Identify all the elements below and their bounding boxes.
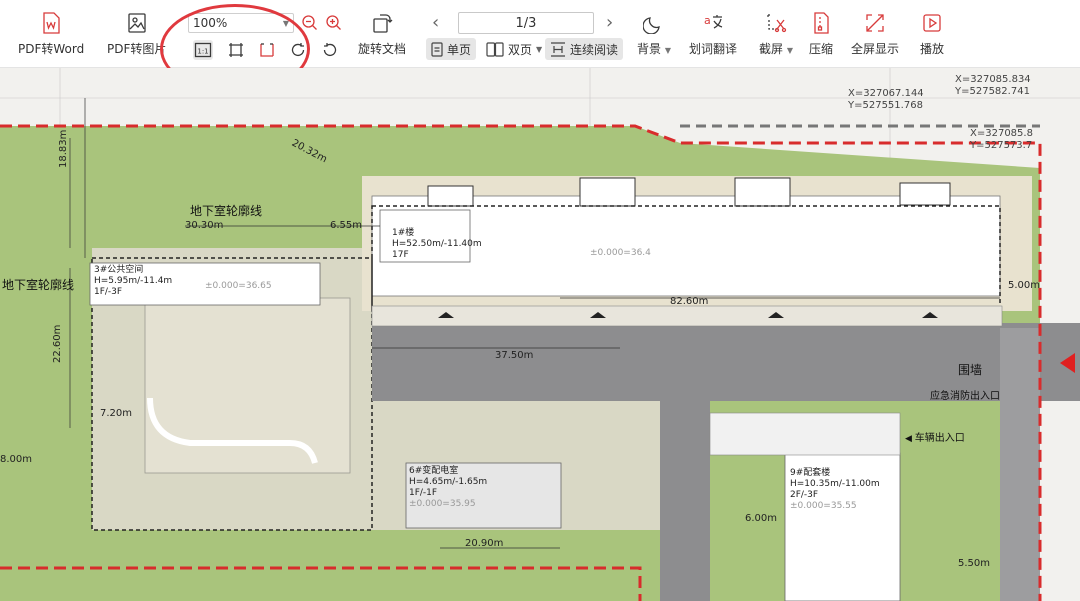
screenshot-label: 截屏 ▼ (759, 42, 793, 56)
image-file-icon (124, 10, 150, 36)
background-label: 背景 ▼ (637, 42, 671, 56)
play-label: 播放 (919, 42, 944, 56)
fit-page-icon[interactable] (226, 40, 246, 60)
fullscreen-icon (862, 10, 888, 36)
building-1-elevation: ±0.000=36.4 (590, 248, 651, 258)
translate-icon: a (700, 10, 726, 36)
coordinate-pair-2: X=327067.144 Y=527551.768 (848, 88, 924, 111)
site-plan-drawing (0, 68, 1080, 601)
fit-width-icon[interactable] (257, 40, 277, 60)
fullscreen-label: 全屏显示 (851, 42, 900, 56)
dim-30-30: 30.30m (185, 220, 224, 231)
background-button[interactable]: 背景 ▼ (637, 10, 671, 57)
double-page-button[interactable]: 双页 ▼ (481, 38, 547, 60)
rotate-clockwise-icon[interactable] (288, 40, 308, 60)
rotate-counterclockwise-icon[interactable] (320, 40, 340, 60)
double-page-label: 双页 (508, 42, 533, 57)
document-canvas[interactable]: 地下室轮廓线 地下室轮廓线 30.30m 6.55m 18.83m 22.60m… (0, 68, 1080, 601)
zoom-value: 100% (193, 16, 228, 30)
scissors-icon (763, 10, 789, 36)
rotate-document-label: 旋转文档 (358, 42, 407, 56)
play-icon (919, 10, 945, 36)
dim-37-50: 37.50m (495, 350, 534, 361)
dim-20-90: 20.90m (465, 538, 504, 549)
building-3-elevation: ±0.000=36.65 (205, 281, 272, 291)
chevron-down-icon: ▼ (282, 18, 289, 28)
fullscreen-button[interactable]: 全屏显示 (851, 10, 899, 57)
rotate-document-button[interactable]: 旋转文档 (358, 10, 406, 57)
wall-label: 围墙 (958, 363, 983, 377)
building-3-label: 3#公共空间 H=5.95m/-11.4m 1F/-3F (94, 265, 173, 297)
single-page-label: 单页 (447, 42, 472, 57)
dim-6-00: 6.00m (745, 513, 778, 524)
page-number-input[interactable]: 1/3 (458, 12, 594, 34)
dim-18-83: 18.83m (58, 129, 69, 168)
single-page-icon (431, 41, 443, 57)
continuous-read-button[interactable]: 连续阅读 (545, 38, 624, 60)
dim-82-60: 82.60m (670, 296, 709, 307)
vehicle-exit-label: ◀ 车辆出入口 (905, 433, 965, 444)
compress-icon (808, 10, 834, 36)
moon-icon (641, 10, 667, 36)
dim-7-20: 7.20m (100, 408, 133, 419)
continuous-read-label: 连续阅读 (570, 42, 619, 57)
continuous-read-icon (551, 41, 565, 57)
building-9-label: 9#配套楼 H=10.35m/-11.00m 2F/-3F ±0.000=35.… (790, 468, 880, 511)
zoom-in-icon[interactable] (324, 13, 344, 33)
single-page-button[interactable]: 单页 (426, 38, 477, 60)
chevron-down-icon: ▼ (536, 44, 543, 54)
rotate-document-icon (369, 10, 395, 36)
compress-button[interactable]: 压缩 (808, 10, 834, 57)
screenshot-button[interactable]: 截屏 ▼ (759, 10, 793, 57)
word-translate-label: 划词翻译 (689, 42, 738, 56)
actual-size-text: 1:1 (197, 48, 208, 56)
page-indicator: 1/3 (515, 15, 537, 31)
main-toolbar: PDF转Word PDF转图片 100% ▼ 1:1 旋转文档 ‹ 1/3 › … (0, 0, 1080, 94)
basement-outline-label-left: 地下室轮廓线 (2, 278, 75, 292)
svg-text:a: a (704, 14, 711, 27)
word-translate-button[interactable]: a 划词翻译 (689, 10, 737, 57)
next-page-icon[interactable]: › (606, 12, 613, 33)
building-6-label: 6#变配电室 H=4.65m/-1.65m 1F/-1F ±0.000=35.9… (409, 466, 488, 509)
actual-size-icon[interactable]: 1:1 (193, 40, 213, 60)
double-page-icon (486, 41, 504, 57)
play-button[interactable]: 播放 (919, 10, 945, 57)
prev-page-icon[interactable]: ‹ (432, 12, 439, 33)
coordinate-pair-3: X=327085.8 Y=527573.7 (970, 128, 1033, 151)
pdf-to-word-button[interactable]: PDF转Word (18, 10, 84, 57)
dim-22-60: 22.60m (52, 324, 63, 363)
pdf-to-word-label: PDF转Word (18, 42, 85, 56)
emergency-exit-label: 应急消防出入口 (930, 391, 1000, 402)
compress-label: 压缩 (808, 42, 833, 56)
word-file-icon (38, 10, 64, 36)
zoom-select[interactable]: 100% ▼ (188, 13, 294, 33)
building-1-label: 1#楼 H=52.50m/-11.40m 17F (392, 228, 482, 260)
dim-8-00: 8.00m (0, 454, 33, 465)
dim-5-50: 5.50m (958, 558, 991, 569)
zoom-out-icon[interactable] (300, 13, 320, 33)
dim-6-55: 6.55m (330, 220, 363, 231)
pdf-to-image-label: PDF转图片 (107, 42, 167, 56)
pdf-to-image-button[interactable]: PDF转图片 (107, 10, 166, 57)
basement-outline-label-top: 地下室轮廓线 (190, 204, 263, 218)
coordinate-pair-1: X=327085.834 Y=527582.741 (955, 74, 1031, 97)
dim-5-00: 5.00m (1008, 280, 1041, 291)
